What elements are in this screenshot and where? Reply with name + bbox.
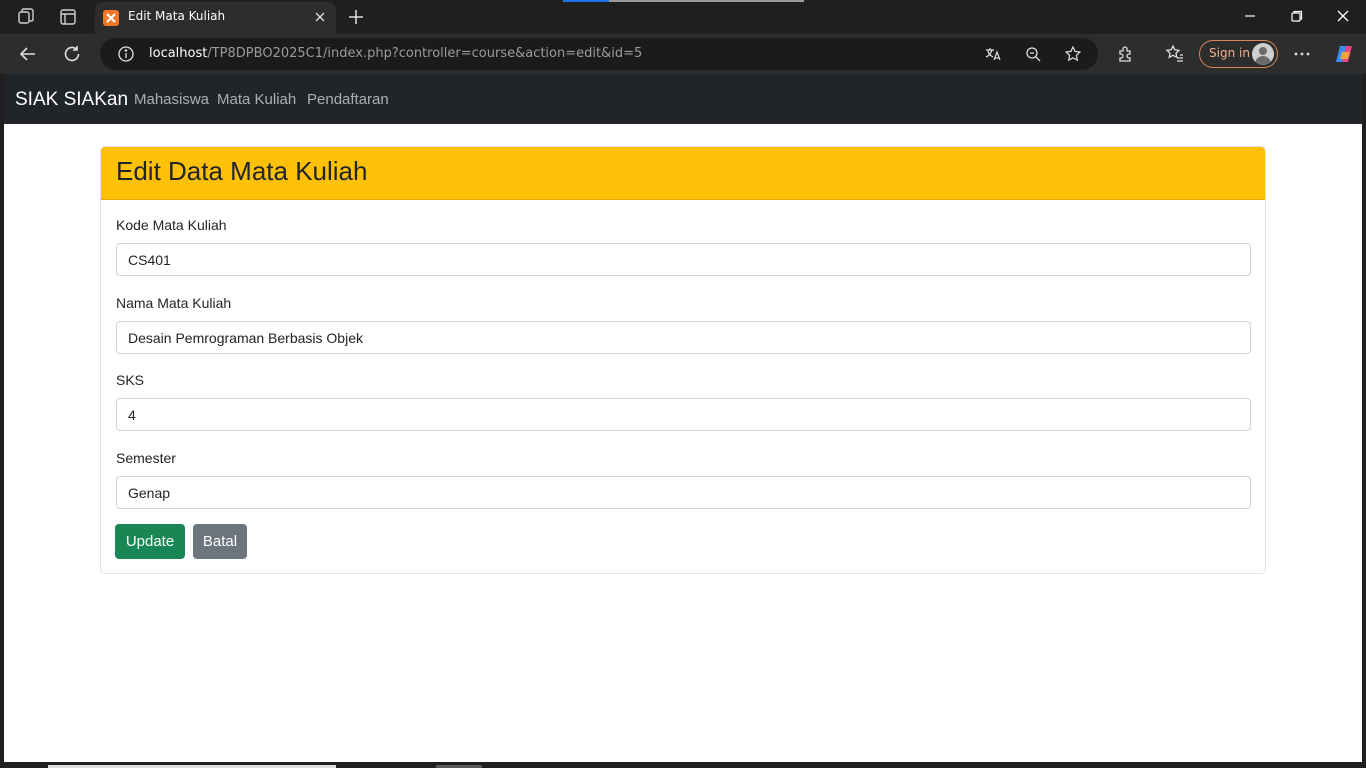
sks-input[interactable]: 4: [116, 398, 1251, 431]
kode-mata-kuliah-label: Kode Mata Kuliah: [116, 217, 227, 233]
loading-indicator: [563, 0, 804, 2]
edit-course-card: Edit Data Mata Kuliah Kode Mata Kuliah C…: [100, 146, 1266, 574]
zoom-out-icon[interactable]: [1024, 45, 1042, 63]
browser-tab-bar: Edit Mata Kuliah: [0, 0, 1366, 34]
card-header: Edit Data Mata Kuliah: [101, 147, 1265, 200]
url-host: localhost: [149, 46, 208, 61]
sks-label: SKS: [116, 372, 145, 388]
kode-mata-kuliah-input[interactable]: CS401: [116, 243, 1251, 276]
restore-icon[interactable]: [1289, 8, 1305, 24]
update-button-label: Update: [125, 533, 175, 550]
site-info-icon[interactable]: [117, 45, 135, 63]
minimize-icon[interactable]: [1242, 8, 1258, 24]
back-icon[interactable]: [17, 43, 39, 65]
bottom-edge: [0, 762, 1366, 768]
refresh-icon[interactable]: [61, 43, 83, 65]
close-tab-icon[interactable]: [312, 9, 328, 25]
nav-link-mahasiswa[interactable]: Mahasiswa: [134, 91, 209, 108]
profile-avatar-icon: [1252, 43, 1274, 65]
more-options-icon[interactable]: [1292, 44, 1312, 64]
nav-link-mata-kuliah[interactable]: Mata Kuliah: [217, 91, 296, 108]
nav-link-pendaftaran[interactable]: Pendaftaran: [307, 91, 389, 108]
update-button[interactable]: Update: [115, 524, 185, 559]
new-tab-icon[interactable]: [346, 7, 366, 27]
address-bar[interactable]: localhost/TP8DPBO2025C1/index.php?contro…: [100, 38, 1098, 70]
kode-mata-kuliah-value: CS401: [128, 252, 171, 268]
nama-mata-kuliah-input[interactable]: Desain Pemrograman Berbasis Objek: [116, 321, 1251, 354]
app-navbar: SIAK SIAKan Mahasiswa Mata Kuliah Pendaf…: [4, 74, 1362, 124]
semester-label: Semester: [116, 450, 176, 466]
cancel-button[interactable]: Batal: [193, 524, 247, 559]
xampp-favicon-icon: [103, 10, 119, 26]
browser-toolbar: localhost/TP8DPBO2025C1/index.php?contro…: [0, 34, 1366, 74]
sks-value: 4: [128, 407, 136, 423]
nama-mata-kuliah-label: Nama Mata Kuliah: [116, 295, 232, 311]
workspaces-icon[interactable]: [16, 7, 36, 27]
semester-value: Genap: [128, 485, 171, 501]
semester-input[interactable]: Genap: [116, 476, 1251, 509]
close-window-icon[interactable]: [1335, 8, 1351, 24]
sign-in-label: Sign in: [1209, 46, 1250, 60]
vertical-tabs-icon[interactable]: [58, 7, 78, 27]
tab-title: Edit Mata Kuliah: [128, 9, 226, 23]
favorite-star-icon[interactable]: [1064, 45, 1082, 63]
page-viewport: SIAK SIAKan Mahasiswa Mata Kuliah Pendaf…: [4, 74, 1362, 762]
translate-icon[interactable]: [984, 45, 1002, 63]
sign-in-button[interactable]: Sign in: [1199, 40, 1278, 68]
url-text[interactable]: localhost/TP8DPBO2025C1/index.php?contro…: [149, 46, 642, 61]
page-title: Edit Data Mata Kuliah: [116, 156, 368, 186]
favorites-icon[interactable]: [1165, 44, 1185, 64]
cancel-button-label: Batal: [202, 533, 238, 550]
navbar-brand[interactable]: SIAK SIAKan: [15, 89, 128, 111]
tab-edit-mata-kuliah[interactable]: Edit Mata Kuliah: [95, 2, 336, 34]
extensions-icon[interactable]: [1116, 44, 1136, 64]
nama-mata-kuliah-value: Desain Pemrograman Berbasis Objek: [128, 330, 363, 346]
url-path: /TP8DPBO2025C1/index.php?controller=cour…: [207, 46, 643, 61]
copilot-icon[interactable]: [1333, 43, 1355, 65]
